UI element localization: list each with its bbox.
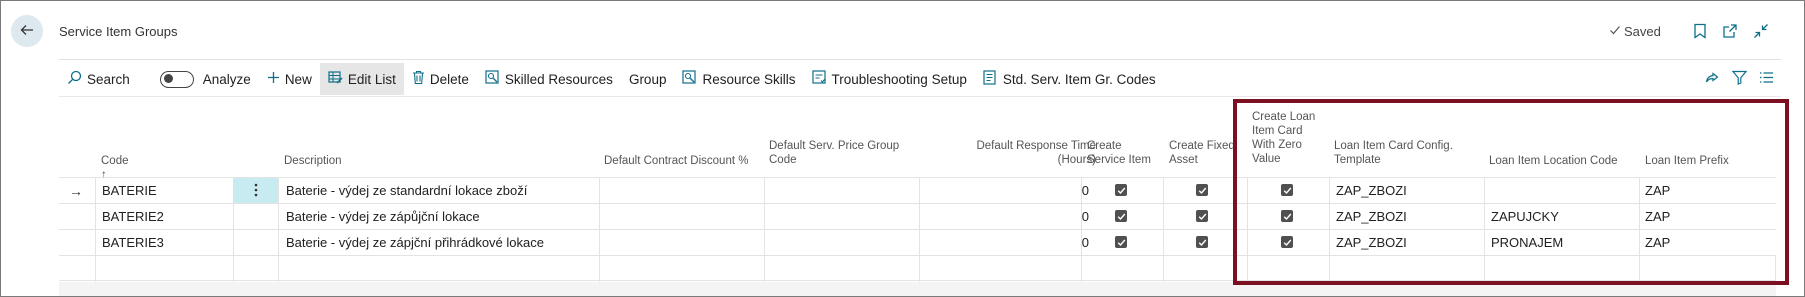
more-options-icon: [254, 183, 258, 200]
cell-config-template[interactable]: ZAP_ZBOZI: [1336, 230, 1407, 256]
std-codes-button[interactable]: Std. Serv. Item Gr. Codes: [975, 63, 1164, 95]
column-header-price-group[interactable]: Default Serv. Price Group Code: [769, 139, 909, 167]
group-button[interactable]: Group: [621, 63, 675, 95]
cell-response-time[interactable]: 0: [919, 204, 1089, 230]
setup-icon: [811, 70, 827, 88]
column-header-config-template[interactable]: Loan Item Card Config. Template: [1334, 139, 1474, 167]
list-tools: [1704, 63, 1774, 95]
plus-icon: [267, 71, 280, 87]
search-icon: [67, 70, 82, 88]
troubleshooting-setup-button[interactable]: Troubleshooting Setup: [804, 63, 975, 95]
bookmark-icon[interactable]: [1691, 22, 1709, 40]
open-new-window-icon[interactable]: [1721, 22, 1739, 40]
divider: [59, 96, 1781, 97]
column-header-location-code[interactable]: Loan Item Location Code: [1489, 154, 1639, 168]
checkbox-create-loan-card[interactable]: [1281, 184, 1293, 196]
cell-location-code[interactable]: PRONAJEM: [1491, 230, 1563, 256]
troubleshooting-setup-label: Troubleshooting Setup: [831, 71, 967, 87]
cell-config-template[interactable]: ZAP_ZBOZI: [1336, 178, 1407, 204]
resource-skills-label: Resource Skills: [702, 71, 796, 87]
report-icon: [485, 70, 500, 88]
edit-list-icon: [328, 70, 343, 88]
column-header-response-time[interactable]: Default Response Time (Hours): [944, 139, 1096, 167]
action-bar: Search Analyze New Edit List Delete Skil…: [59, 63, 1781, 95]
arrow-left-icon: [19, 22, 35, 41]
cell-description[interactable]: Baterie - výdej ze zápjční přihrádkové l…: [286, 230, 544, 256]
new-label: New: [284, 71, 312, 87]
share-icon[interactable]: [1704, 70, 1720, 89]
cell-prefix[interactable]: ZAP: [1645, 178, 1670, 204]
cell-response-time[interactable]: 0: [919, 178, 1089, 204]
cell-prefix[interactable]: ZAP: [1645, 204, 1670, 230]
table-row[interactable]: BATERIE2 Baterie - výdej ze zápůjční lok…: [59, 203, 1776, 230]
checkbox-create-service-item[interactable]: [1115, 236, 1127, 248]
list-view-icon[interactable]: [1759, 70, 1774, 88]
column-header-create-fixed-asset[interactable]: Create Fixed Asset: [1169, 139, 1239, 167]
skilled-resources-button[interactable]: Skilled Resources: [477, 63, 621, 95]
cell-config-template[interactable]: ZAP_ZBOZI: [1336, 204, 1407, 230]
checkbox-create-fixed-asset[interactable]: [1196, 184, 1208, 196]
document-list-icon: [983, 70, 998, 88]
report-icon: [682, 70, 697, 88]
column-header-create-service-item[interactable]: Create Service Item: [1087, 139, 1162, 167]
table-footer-strip: [59, 282, 1776, 296]
checkbox-create-service-item[interactable]: [1115, 210, 1127, 222]
resource-skills-button[interactable]: Resource Skills: [674, 63, 803, 95]
std-codes-label: Std. Serv. Item Gr. Codes: [1002, 71, 1156, 87]
cell-response-time[interactable]: 0: [919, 230, 1089, 256]
toggle-switch-icon: [159, 70, 194, 88]
checkbox-create-service-item[interactable]: [1115, 184, 1127, 196]
check-icon: [1609, 24, 1621, 39]
table-row[interactable]: BATERIE3 Baterie - výdej ze zápjční přih…: [59, 229, 1776, 256]
checkbox-create-loan-card[interactable]: [1281, 236, 1293, 248]
back-button[interactable]: [11, 15, 43, 47]
delete-label: Delete: [429, 71, 469, 87]
table-row-empty[interactable]: [59, 255, 1776, 282]
search-button[interactable]: Search: [59, 63, 138, 95]
cell-code[interactable]: BATERIE3: [102, 230, 164, 256]
new-button[interactable]: New: [259, 63, 320, 95]
row-selected-arrow-icon: →: [69, 183, 83, 199]
analyze-toggle[interactable]: Analyze: [152, 63, 259, 95]
edit-list-button[interactable]: Edit List: [319, 63, 404, 95]
cell-description[interactable]: Baterie - výdej ze zápůjční lokace: [286, 204, 480, 230]
checkbox-create-loan-card[interactable]: [1281, 210, 1293, 222]
checkbox-create-fixed-asset[interactable]: [1196, 236, 1208, 248]
edit-list-label: Edit List: [347, 71, 396, 87]
cell-code[interactable]: BATERIE: [102, 178, 157, 204]
cell-prefix[interactable]: ZAP: [1645, 230, 1670, 256]
saved-status: Saved: [1609, 24, 1661, 39]
page-title: Service Item Groups: [59, 24, 178, 39]
table-row[interactable]: → BATERIE Baterie - výdej ze standardní …: [59, 177, 1776, 204]
delete-button[interactable]: Delete: [404, 63, 477, 95]
cell-code[interactable]: BATERIE2: [102, 204, 164, 230]
saved-label: Saved: [1624, 24, 1661, 39]
column-header-description[interactable]: Description: [284, 154, 342, 168]
divider: [59, 59, 1781, 60]
analyze-label: Analyze: [202, 71, 251, 87]
column-header-discount[interactable]: Default Contract Discount %: [604, 154, 784, 168]
cell-location-code[interactable]: ZAPUJCKY: [1491, 204, 1559, 230]
checkbox-create-fixed-asset[interactable]: [1196, 210, 1208, 222]
trash-icon: [412, 70, 425, 88]
skilled-resources-label: Skilled Resources: [504, 71, 613, 87]
column-header-create-loan-card[interactable]: Create Loan Item Card With Zero Value: [1252, 110, 1324, 166]
column-header-prefix[interactable]: Loan Item Prefix: [1645, 154, 1765, 168]
page-frame: Service Item Groups Saved Search Analyze: [0, 0, 1805, 297]
group-label: Group: [628, 71, 667, 87]
cell-description[interactable]: Baterie - výdej ze standardní lokace zbo…: [286, 178, 527, 204]
collapse-icon[interactable]: [1752, 22, 1770, 40]
filter-icon[interactable]: [1731, 70, 1748, 88]
row-actions-button[interactable]: [233, 178, 278, 204]
search-label: Search: [87, 71, 130, 87]
